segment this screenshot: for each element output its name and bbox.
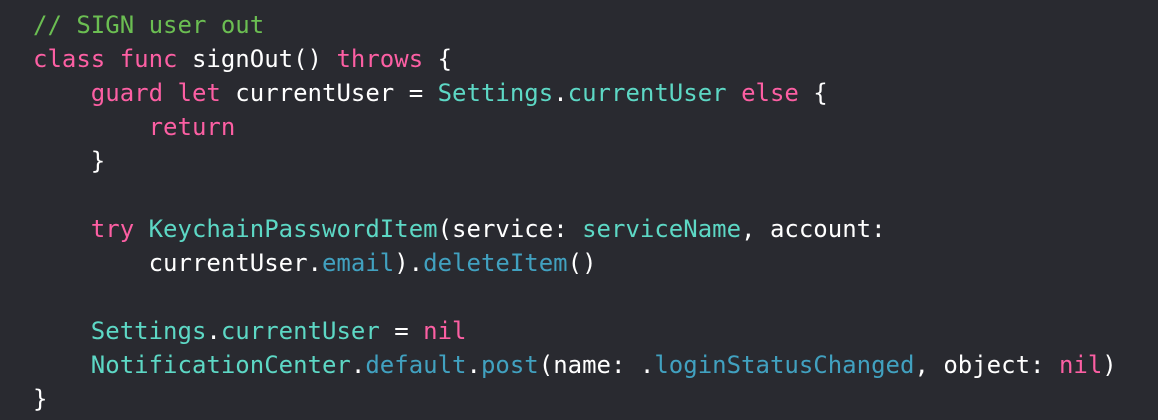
code-line[interactable]: class func signOut() throws { xyxy=(0,42,1158,76)
code-token-member: loginStatusChanged xyxy=(654,351,915,379)
code-token-plain: . xyxy=(206,317,221,345)
code-line[interactable]: currentUser.email).deleteItem() xyxy=(0,246,1158,280)
code-line[interactable]: Settings.currentUser = nil xyxy=(0,314,1158,348)
code-token-plain: ) xyxy=(1102,351,1117,379)
code-token-plain: = xyxy=(379,317,424,345)
code-token-plain: (service: xyxy=(437,215,583,243)
code-token-type: currentUser xyxy=(567,79,727,107)
code-token-member: post xyxy=(480,351,539,379)
code-line[interactable]: } xyxy=(0,144,1158,178)
code-line[interactable]: // SIGN user out xyxy=(0,8,1158,42)
code-token-keyword: try xyxy=(90,215,135,243)
code-token-plain: . xyxy=(350,351,366,379)
code-token-type: Settings xyxy=(90,317,207,345)
code-line[interactable]: } xyxy=(0,382,1158,416)
code-token-keyword: let xyxy=(177,79,221,107)
code-token-keyword: guard xyxy=(90,79,164,107)
code-token-plain: currentUser. xyxy=(33,249,322,277)
code-line[interactable] xyxy=(0,280,1158,314)
code-editor[interactable]: // SIGN user out class func signOut() thr… xyxy=(0,0,1158,420)
code-token-plain: . xyxy=(466,351,481,379)
code-token-keyword: return xyxy=(148,113,236,141)
code-token-plain: signOut() xyxy=(177,45,337,73)
code-token-member: email xyxy=(321,249,395,277)
code-token-plain: (name: . xyxy=(538,351,655,379)
code-token-type: currentUser xyxy=(220,317,380,345)
code-token-plain: currentUser = xyxy=(220,79,438,107)
code-line[interactable] xyxy=(0,178,1158,212)
code-token-type: NotificationCenter xyxy=(90,351,351,379)
code-token-keyword: throws xyxy=(336,45,424,73)
code-token-type: serviceName xyxy=(582,215,742,243)
code-token-keyword: class xyxy=(33,45,106,73)
code-line[interactable]: return xyxy=(0,110,1158,144)
code-token-plain: () xyxy=(567,249,597,277)
code-token-plain: . xyxy=(553,79,568,107)
code-token-keyword: else xyxy=(741,79,799,107)
code-token-member: deleteItem xyxy=(423,249,568,277)
code-token-keyword: nil xyxy=(423,317,467,345)
code-token-plain: ). xyxy=(394,249,424,277)
code-token-member: default xyxy=(365,351,467,379)
code-token-type: KeychainPasswordItem xyxy=(148,215,438,243)
code-token-keyword: nil xyxy=(1058,351,1103,379)
code-line[interactable]: guard let currentUser = Settings.current… xyxy=(0,76,1158,110)
code-token-plain: , account: xyxy=(741,215,886,243)
code-token-plain: } xyxy=(33,385,48,413)
code-line[interactable]: NotificationCenter.default.post(name: .l… xyxy=(0,348,1158,382)
code-token-plain: { xyxy=(423,45,453,73)
code-token-type: Settings xyxy=(437,79,554,107)
code-token-plain: , object: xyxy=(914,351,1059,379)
code-line[interactable]: try KeychainPasswordItem(service: servic… xyxy=(0,212,1158,246)
code-token-keyword: func xyxy=(119,45,178,73)
code-token-comment: // SIGN user out xyxy=(33,11,265,39)
code-token-plain: { xyxy=(798,79,828,107)
code-token-plain: } xyxy=(33,147,106,175)
